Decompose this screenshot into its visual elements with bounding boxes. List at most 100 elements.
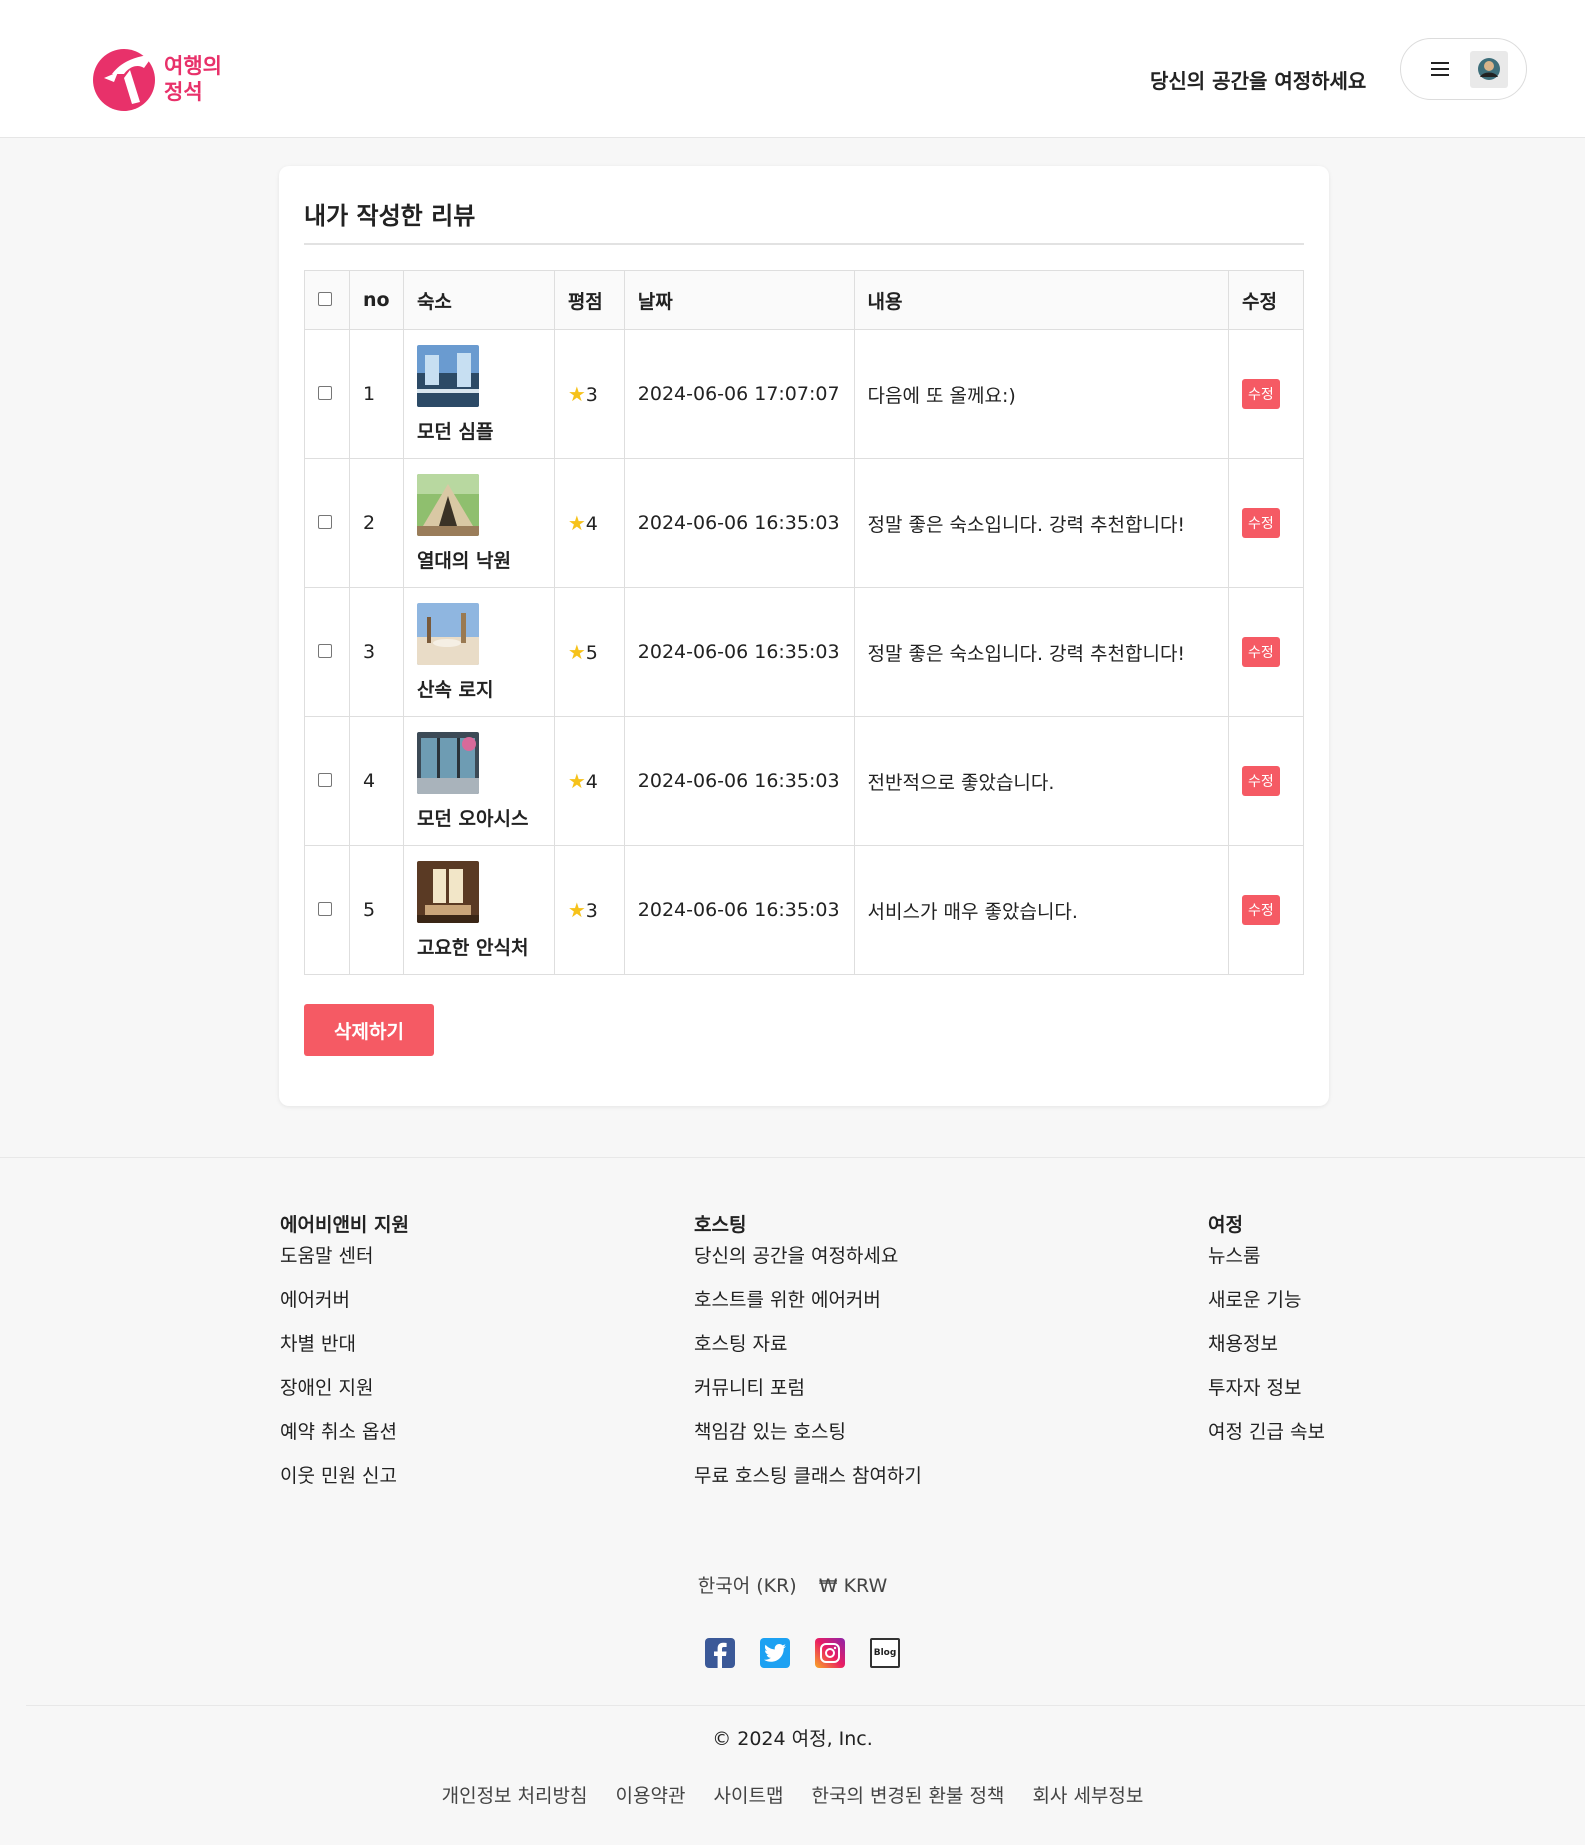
legal-link-terms[interactable]: 이용약관 <box>616 1785 686 1807</box>
room-name[interactable]: 모던 오아시스 <box>417 804 554 831</box>
star-icon: ★ <box>567 382 586 406</box>
footer-link[interactable]: 도움말 센터 <box>280 1245 409 1289</box>
room-thumbnail[interactable] <box>416 344 479 407</box>
legal-link-refund-policy[interactable]: 한국의 변경된 환불 정책 <box>811 1785 1004 1807</box>
footer-divider <box>0 1157 1585 1158</box>
footer-link[interactable]: 예약 취소 옵션 <box>280 1421 409 1465</box>
room-cell: 산속 로지 <box>402 587 555 717</box>
review-date: 2024-06-06 17:07:07 <box>623 329 855 459</box>
star-icon: ★ <box>567 640 586 664</box>
review-date: 2024-06-06 16:35:03 <box>623 458 855 588</box>
room-name[interactable]: 고요한 안식처 <box>417 933 554 960</box>
edit-review-button[interactable]: 수정 <box>1242 508 1280 538</box>
star-icon: ★ <box>567 511 586 535</box>
locale-selector: 한국어 (KR) ₩ KRW <box>0 1571 1585 1598</box>
page-title: 내가 작성한 리뷰 <box>304 202 476 230</box>
currency-selector[interactable]: ₩ KRW <box>819 1575 888 1597</box>
table-header-row: no 숙소 평점 날짜 내용 수정 <box>304 270 1304 330</box>
footer-link[interactable]: 차별 반대 <box>280 1333 409 1377</box>
logo-text-line2: 정석 <box>164 80 203 104</box>
footer-link[interactable]: 책임감 있는 호스팅 <box>694 1421 922 1465</box>
footer-link[interactable]: 채용정보 <box>1208 1333 1325 1377</box>
room-name[interactable]: 산속 로지 <box>417 675 554 702</box>
footer-link[interactable]: 호스팅 자료 <box>694 1333 922 1377</box>
room-thumbnail[interactable] <box>416 473 479 536</box>
footer-link[interactable]: 에어커버 <box>280 1289 409 1333</box>
twitter-icon[interactable] <box>760 1638 790 1668</box>
rating-value: 5 <box>585 642 598 664</box>
column-header-rating: 평점 <box>553 270 625 330</box>
edit-review-button[interactable]: 수정 <box>1242 766 1280 796</box>
edit-review-button[interactable]: 수정 <box>1242 895 1280 925</box>
delete-button[interactable]: 삭제하기 <box>304 1004 434 1056</box>
menu-icon <box>1431 62 1449 76</box>
edit-review-button[interactable]: 수정 <box>1242 379 1280 409</box>
room-name[interactable]: 열대의 낙원 <box>417 546 554 573</box>
room-cell: 모던 오아시스 <box>402 716 555 846</box>
star-icon: ★ <box>567 898 586 922</box>
instagram-icon[interactable] <box>815 1638 845 1668</box>
row-checkbox[interactable] <box>318 515 332 529</box>
title-divider <box>304 243 1304 245</box>
footer-link[interactable]: 장애인 지원 <box>280 1377 409 1421</box>
rating-cell: ★4 <box>553 458 625 588</box>
legal-link-privacy[interactable]: 개인정보 처리방침 <box>442 1785 588 1807</box>
column-header-date: 날짜 <box>623 270 855 330</box>
row-number: 1 <box>348 329 404 459</box>
logo-icon <box>90 44 162 114</box>
copyright-text: © 2024 여정, Inc. <box>712 1728 873 1750</box>
room-thumbnail[interactable] <box>416 731 479 794</box>
footer-link[interactable]: 뉴스룸 <box>1208 1245 1325 1289</box>
social-links: Blog <box>705 1638 900 1668</box>
row-checkbox[interactable] <box>318 773 332 787</box>
site-logo[interactable]: 여행의 정석 <box>90 44 222 114</box>
host-your-space-link[interactable]: 당신의 공간을 여정하세요 <box>1150 65 1366 94</box>
room-name[interactable]: 모던 심플 <box>417 417 554 444</box>
row-number: 2 <box>348 458 404 588</box>
row-number: 3 <box>348 587 404 717</box>
rating-cell: ★5 <box>553 587 625 717</box>
review-date: 2024-06-06 16:35:03 <box>623 587 855 717</box>
footer-column-support: 에어비앤비 지원 도움말 센터 에어커버 차별 반대 장애인 지원 예약 취소 … <box>280 1210 409 1509</box>
footer-link[interactable]: 호스트를 위한 에어커버 <box>694 1289 922 1333</box>
my-reviews-card: 내가 작성한 리뷰 no 숙소 평점 날짜 내용 수정 1 모던 심플 ★3 2… <box>279 166 1329 1106</box>
footer-link[interactable]: 당신의 공간을 여정하세요 <box>694 1245 922 1289</box>
review-content: 서비스가 매우 좋았습니다. <box>853 845 1230 975</box>
footer-link[interactable]: 무료 호스팅 클래스 참여하기 <box>694 1465 922 1509</box>
facebook-icon[interactable] <box>705 1638 735 1668</box>
table-row: 3 산속 로지 ★5 2024-06-06 16:35:03 정말 좋은 숙소입… <box>304 587 1304 717</box>
row-checkbox[interactable] <box>318 386 332 400</box>
room-cell: 고요한 안식처 <box>402 845 555 975</box>
avatar <box>1470 51 1508 88</box>
row-checkbox[interactable] <box>318 902 332 916</box>
table-row: 4 모던 오아시스 ★4 2024-06-06 16:35:03 전반적으로 좋… <box>304 716 1304 846</box>
review-content: 전반적으로 좋았습니다. <box>853 716 1230 846</box>
select-all-cell <box>304 270 350 330</box>
star-icon: ★ <box>567 769 586 793</box>
table-row: 1 모던 심플 ★3 2024-06-06 17:07:07 다음에 또 올께요… <box>304 329 1304 459</box>
legal-link-sitemap[interactable]: 사이트맵 <box>714 1785 784 1807</box>
rating-cell: ★3 <box>553 845 625 975</box>
rating-cell: ★4 <box>553 716 625 846</box>
room-thumbnail[interactable] <box>416 602 479 665</box>
user-menu-button[interactable] <box>1400 38 1527 100</box>
select-all-checkbox[interactable] <box>318 292 332 306</box>
footer-link[interactable]: 커뮤니티 포럼 <box>694 1377 922 1421</box>
rating-value: 4 <box>585 771 598 793</box>
footer-link[interactable]: 새로운 기능 <box>1208 1289 1325 1333</box>
footer-link[interactable]: 투자자 정보 <box>1208 1377 1325 1421</box>
footer-heading: 호스팅 <box>694 1214 747 1236</box>
legal-link-company-details[interactable]: 회사 세부정보 <box>1032 1785 1143 1807</box>
site-header: 여행의 정석 당신의 공간을 여정하세요 <box>0 0 1585 138</box>
room-cell: 모던 심플 <box>402 329 555 459</box>
footer-link[interactable]: 여정 긴급 속보 <box>1208 1421 1325 1465</box>
footer-link[interactable]: 이웃 민원 신고 <box>280 1465 409 1509</box>
column-header-room: 숙소 <box>402 270 555 330</box>
row-checkbox[interactable] <box>318 644 332 658</box>
row-number: 5 <box>348 845 404 975</box>
reviews-table: no 숙소 평점 날짜 내용 수정 1 모던 심플 ★3 2024-06-06 … <box>304 270 1304 975</box>
blog-icon[interactable]: Blog <box>870 1638 900 1668</box>
language-selector[interactable]: 한국어 (KR) <box>698 1575 797 1597</box>
room-thumbnail[interactable] <box>416 860 479 923</box>
edit-review-button[interactable]: 수정 <box>1242 637 1280 667</box>
